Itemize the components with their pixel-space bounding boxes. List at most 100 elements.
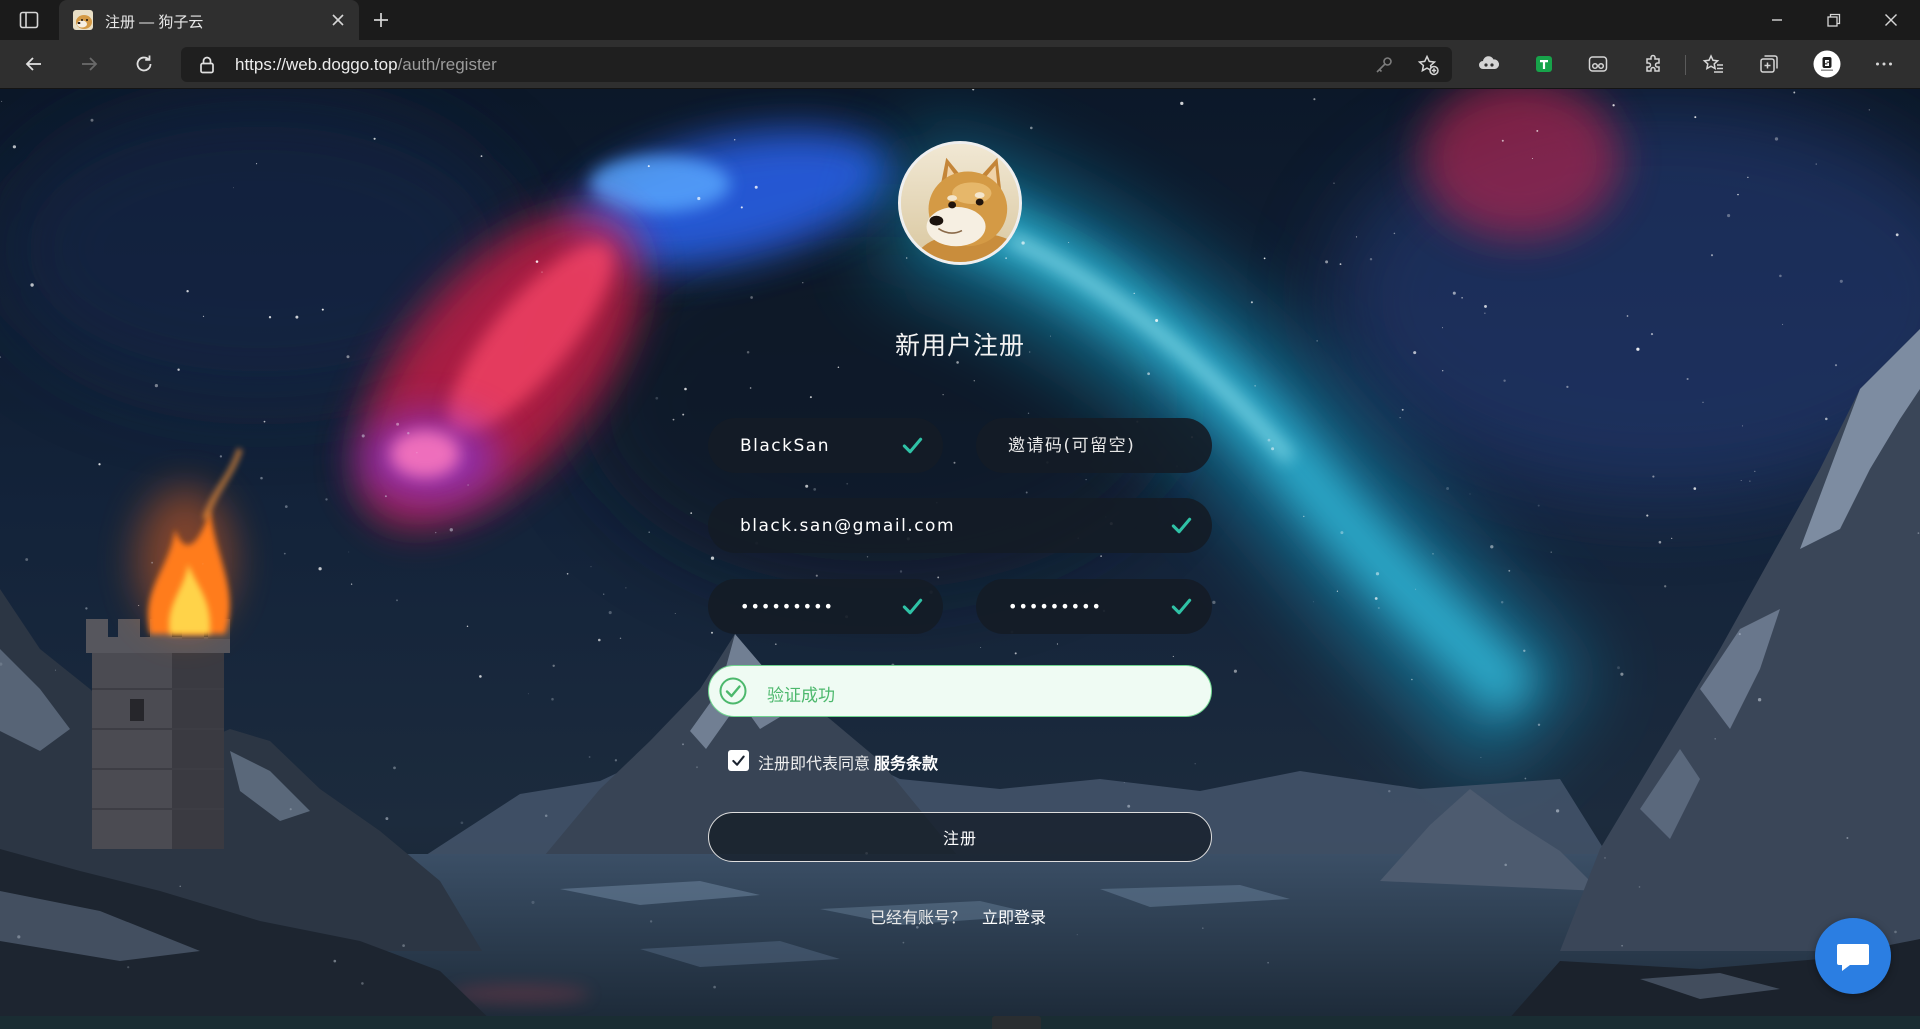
chat-support-button[interactable] bbox=[1815, 918, 1891, 994]
star bbox=[1779, 274, 1782, 278]
snowflake bbox=[151, 561, 154, 564]
lock-icon[interactable] bbox=[195, 53, 219, 77]
star bbox=[809, 396, 812, 399]
star bbox=[754, 185, 758, 189]
snowflake bbox=[284, 505, 288, 508]
snowflake bbox=[603, 593, 605, 595]
snowflake bbox=[1027, 412, 1030, 414]
star bbox=[233, 187, 234, 189]
mask-extension-icon[interactable] bbox=[1586, 52, 1610, 76]
star bbox=[1754, 470, 1756, 473]
star bbox=[186, 290, 189, 293]
email-input[interactable] bbox=[708, 498, 1212, 553]
password-key-icon[interactable] bbox=[1372, 53, 1396, 77]
active-tab[interactable]: 注册 — 狗子云 bbox=[59, 0, 359, 40]
star bbox=[154, 384, 158, 388]
star bbox=[1834, 364, 1838, 367]
page-title: 新用户注册 bbox=[894, 331, 1025, 360]
star bbox=[1263, 257, 1266, 260]
login-link[interactable]: 立即登录 bbox=[982, 908, 1046, 927]
star bbox=[1271, 447, 1275, 451]
snowflake bbox=[1377, 606, 1380, 610]
tab-strip: 注册 — 狗子云 bbox=[0, 0, 1920, 40]
snowflake bbox=[333, 959, 337, 963]
tab-actions-icon[interactable] bbox=[17, 8, 41, 32]
star bbox=[1612, 104, 1615, 107]
extensions-puzzle-icon[interactable] bbox=[1642, 52, 1666, 76]
tab-close-icon[interactable] bbox=[326, 8, 350, 32]
snowflake bbox=[1500, 601, 1504, 604]
snowflake bbox=[407, 432, 410, 435]
snowflake bbox=[899, 570, 903, 573]
restore-icon[interactable] bbox=[1821, 8, 1845, 32]
minimize-icon[interactable] bbox=[1765, 8, 1789, 32]
terms-checkbox[interactable] bbox=[728, 750, 749, 771]
star bbox=[682, 413, 685, 416]
snowflake bbox=[1446, 487, 1450, 490]
snowflake bbox=[614, 759, 618, 762]
star bbox=[177, 368, 180, 371]
star bbox=[1339, 263, 1342, 265]
star bbox=[1694, 116, 1697, 119]
star bbox=[396, 422, 400, 426]
check-icon bbox=[901, 595, 924, 618]
url-host: https://web.doggo.top bbox=[235, 55, 398, 74]
snowflake bbox=[1085, 478, 1087, 481]
captcha-verify-box[interactable]: 验证成功 bbox=[708, 665, 1212, 717]
window-close-icon[interactable] bbox=[1879, 8, 1903, 32]
check-icon bbox=[1170, 595, 1193, 618]
terms-of-service-link[interactable]: 服务条款 bbox=[874, 754, 938, 773]
star bbox=[1355, 236, 1358, 238]
more-menu-icon[interactable] bbox=[1872, 52, 1896, 76]
snowflake bbox=[1738, 633, 1741, 636]
star bbox=[1536, 129, 1539, 132]
snowflake bbox=[1714, 738, 1716, 740]
back-icon[interactable] bbox=[22, 52, 46, 76]
invite-code-input[interactable] bbox=[976, 418, 1212, 473]
snowflake bbox=[179, 885, 181, 887]
star bbox=[1340, 531, 1344, 535]
register-button[interactable]: 注册 bbox=[708, 812, 1212, 862]
star bbox=[25, 558, 29, 561]
star bbox=[774, 643, 777, 646]
star bbox=[138, 605, 140, 606]
address-bar[interactable]: https://web.doggo.top/auth/register bbox=[181, 47, 1452, 82]
stone-tower bbox=[86, 619, 230, 849]
star bbox=[1399, 417, 1401, 419]
star bbox=[1, 100, 3, 102]
star bbox=[202, 315, 205, 318]
snowflake bbox=[527, 693, 529, 695]
snowflake bbox=[682, 743, 684, 746]
cloud-gaming-extension-icon[interactable] bbox=[1477, 52, 1501, 76]
snowflake bbox=[551, 697, 554, 701]
star bbox=[479, 675, 482, 678]
star bbox=[942, 394, 944, 396]
star bbox=[1014, 652, 1017, 655]
star bbox=[1212, 600, 1216, 605]
snowflake bbox=[260, 476, 263, 480]
collections-icon[interactable] bbox=[1757, 52, 1781, 76]
star bbox=[802, 282, 804, 284]
snowflake bbox=[813, 488, 817, 491]
url-text[interactable]: https://web.doggo.top/auth/register bbox=[235, 55, 497, 75]
star bbox=[690, 512, 693, 514]
profile-avatar-icon[interactable] bbox=[1813, 50, 1841, 78]
add-favorite-icon[interactable] bbox=[1416, 53, 1440, 77]
star bbox=[12, 145, 17, 149]
star bbox=[1180, 101, 1184, 106]
snowflake bbox=[384, 495, 387, 498]
doge-favicon-icon bbox=[73, 10, 93, 30]
new-tab-icon[interactable] bbox=[369, 8, 393, 32]
snowflake bbox=[1894, 930, 1897, 934]
forward-icon[interactable] bbox=[77, 52, 101, 76]
bottom-scroll-handle[interactable] bbox=[992, 1016, 1041, 1029]
snowflake bbox=[348, 551, 350, 553]
star bbox=[866, 556, 869, 558]
favorites-icon[interactable] bbox=[1702, 52, 1726, 76]
star bbox=[552, 664, 555, 667]
refresh-icon[interactable] bbox=[132, 52, 156, 76]
snowflake bbox=[1076, 933, 1078, 936]
star bbox=[1325, 260, 1329, 264]
star bbox=[598, 638, 601, 642]
t-extension-icon[interactable] bbox=[1532, 52, 1556, 76]
